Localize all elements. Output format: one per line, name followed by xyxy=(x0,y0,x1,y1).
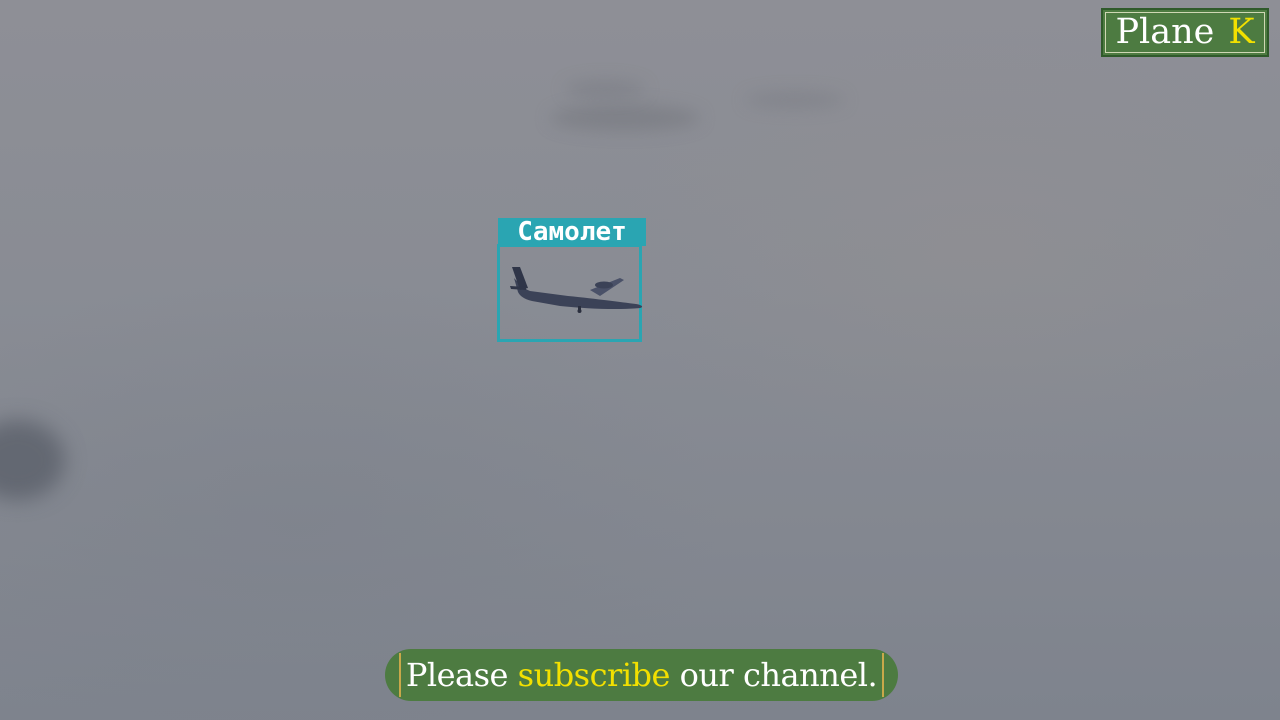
channel-logo: Plane K xyxy=(1101,8,1269,57)
cloud xyxy=(745,92,845,108)
cloud xyxy=(550,105,700,131)
logo-letter: K xyxy=(1228,12,1255,52)
banner-text-after: our channel. xyxy=(679,656,878,694)
logo-word: Plane xyxy=(1115,12,1215,52)
banner-highlight: subscribe xyxy=(517,656,671,694)
dark-cloud xyxy=(0,420,65,500)
subscribe-banner: Please subscribe our channel. xyxy=(385,649,898,701)
banner-text-before: Please xyxy=(405,656,509,694)
airplane-icon xyxy=(510,267,643,313)
subscribe-text: Please subscribe our channel. xyxy=(405,656,878,694)
cloud xyxy=(565,80,645,98)
detection-label: Самолет xyxy=(498,218,646,246)
sky-background xyxy=(0,0,1280,720)
